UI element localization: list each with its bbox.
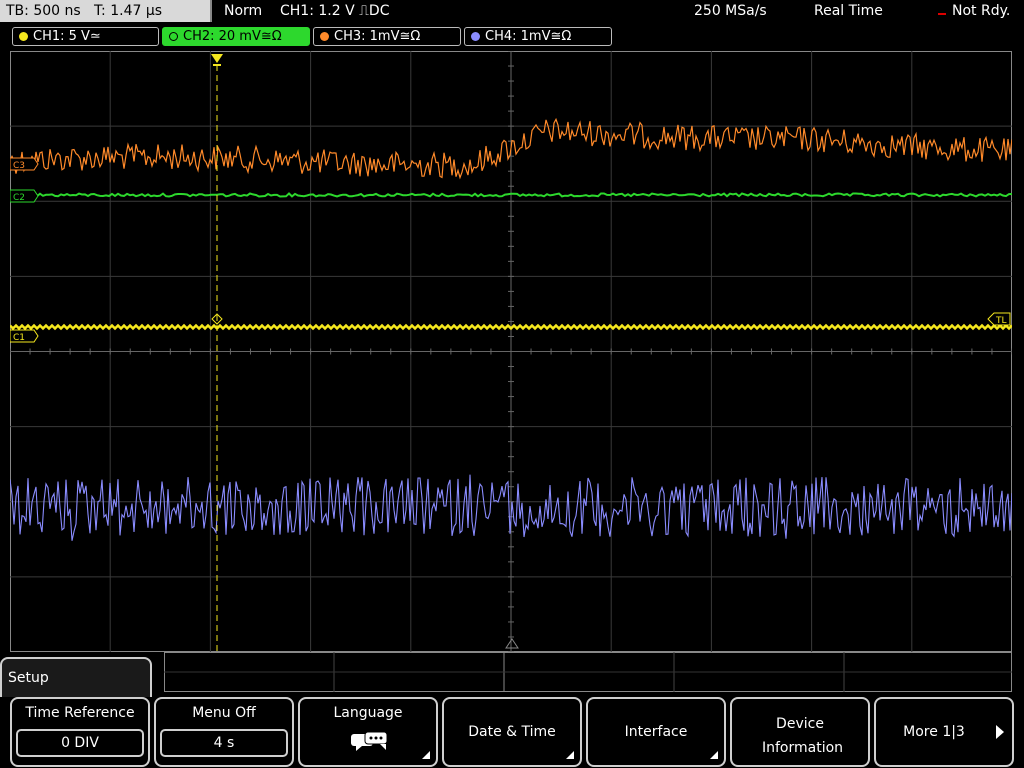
overview-strip: [164, 652, 1012, 692]
softkey-menu-off-value: 4 s: [160, 729, 288, 757]
channel-tab-ch1[interactable]: CH1: 5 V≃: [12, 27, 159, 46]
channel-tab-ch2[interactable]: CH2: 20 mV≅Ω: [162, 27, 310, 46]
waveform-display[interactable]: C3 C2 C1 TL: [10, 51, 1012, 652]
acquisition-mode: Real Time: [814, 3, 883, 19]
submenu-icon: [710, 751, 718, 759]
sample-rate: 250 MSa/s: [694, 3, 767, 19]
softkey-menu-off[interactable]: Menu Off 4 s: [154, 697, 294, 767]
marker-c3[interactable]: C3: [10, 157, 39, 171]
softkey-menu-off-label: Menu Off: [192, 705, 256, 721]
ch2-label: CH2: 20 mV≅Ω: [183, 29, 282, 44]
timebase-t: T: 1.47 µs: [94, 3, 163, 19]
state-indicator: [938, 13, 946, 15]
softkey-language-label: Language: [333, 705, 403, 721]
marker-c1[interactable]: C1: [10, 329, 39, 343]
timebase-tb: TB: 500 ns: [6, 3, 81, 19]
ch3-color-icon: [320, 32, 329, 41]
softkey-interface[interactable]: Interface: [586, 697, 726, 767]
softkey-date-time-label: Date & Time: [468, 724, 556, 740]
svg-text:C3: C3: [13, 161, 25, 171]
submenu-icon: [566, 751, 574, 759]
softkey-time-reference-label: Time Reference: [25, 705, 135, 721]
softkey-time-reference-value: 0 DIV: [16, 729, 144, 757]
svg-text:C2: C2: [13, 193, 25, 203]
speech-bubbles-icon: [351, 731, 388, 751]
ch1-color-icon: [19, 32, 28, 41]
next-page-icon: [996, 725, 1004, 739]
softkey-more[interactable]: More 1|3: [874, 697, 1014, 767]
channel-tab-ch4[interactable]: CH4: 1mV≅Ω: [464, 27, 612, 46]
softkey-date-time[interactable]: Date & Time: [442, 697, 582, 767]
timebase-readout: TB: 500 ns T: 1.47 µs: [0, 0, 212, 22]
softkey-interface-label: Interface: [624, 724, 688, 740]
trigger-source: CH1: 1.2 V ⎍DC: [280, 3, 390, 19]
channel-tab-ch3[interactable]: CH3: 1mV≅Ω: [313, 27, 461, 46]
status-bar: Norm CH1: 1.2 V ⎍DC 250 MSa/s Real Time …: [214, 0, 1024, 22]
softkey-device-information[interactable]: Device Information: [730, 697, 870, 767]
ch4-color-icon: [471, 32, 480, 41]
trigger-state: Not Rdy.: [952, 3, 1011, 19]
ch3-label: CH3: 1mV≅Ω: [334, 29, 421, 44]
softkey-device-information-label: Device Information: [762, 716, 844, 756]
softkey-time-reference[interactable]: Time Reference 0 DIV: [10, 697, 150, 767]
marker-c2[interactable]: C2: [10, 189, 39, 203]
softkey-language[interactable]: Language: [298, 697, 438, 767]
ch2-color-icon: [169, 32, 178, 41]
ch1-label: CH1: 5 V≃: [33, 29, 101, 44]
svg-text:C1: C1: [13, 333, 25, 343]
svg-text:TL: TL: [995, 316, 1007, 326]
menu-title: Setup: [0, 657, 152, 697]
submenu-icon: [422, 751, 430, 759]
trigger-mode: Norm: [224, 3, 263, 19]
softkey-more-label: More 1|3: [903, 724, 965, 740]
ch4-label: CH4: 1mV≅Ω: [485, 29, 572, 44]
